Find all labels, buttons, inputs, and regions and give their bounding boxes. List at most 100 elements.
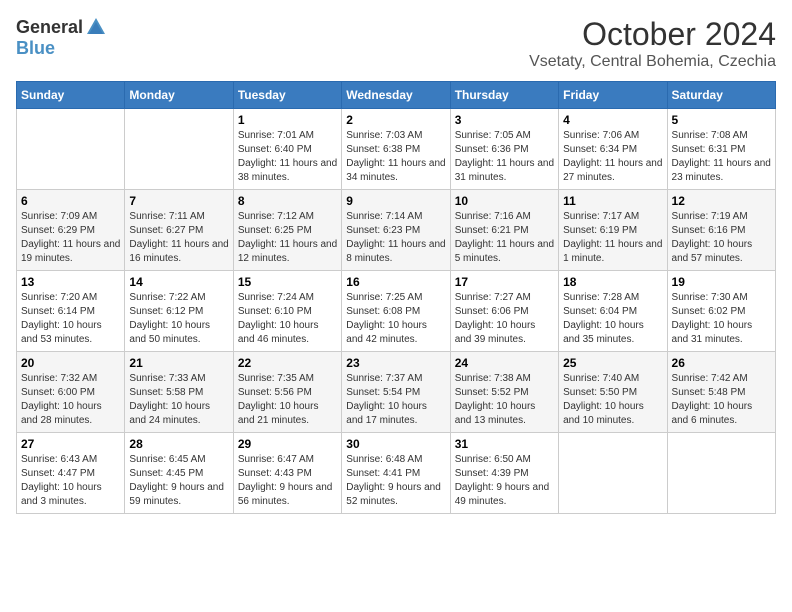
logo: General Blue: [16, 16, 109, 59]
day-number: 23: [346, 356, 445, 370]
day-info: Sunrise: 7:28 AM Sunset: 6:04 PM Dayligh…: [563, 291, 662, 347]
day-info: Sunrise: 6:45 AM Sunset: 4:45 PM Dayligh…: [129, 453, 228, 509]
col-header-thursday: Thursday: [450, 82, 558, 109]
day-number: 4: [563, 113, 662, 127]
col-header-wednesday: Wednesday: [342, 82, 450, 109]
day-number: 6: [21, 194, 120, 208]
col-header-sunday: Sunday: [17, 82, 125, 109]
day-info: Sunrise: 6:43 AM Sunset: 4:47 PM Dayligh…: [21, 453, 120, 509]
day-info: Sunrise: 7:38 AM Sunset: 5:52 PM Dayligh…: [455, 372, 554, 428]
col-header-saturday: Saturday: [667, 82, 775, 109]
day-info: Sunrise: 7:11 AM Sunset: 6:27 PM Dayligh…: [129, 210, 228, 266]
calendar-cell: 8 Sunrise: 7:12 AM Sunset: 6:25 PM Daylig…: [233, 190, 341, 271]
day-info: Sunrise: 7:17 AM Sunset: 6:19 PM Dayligh…: [563, 210, 662, 266]
day-info: Sunrise: 7:16 AM Sunset: 6:21 PM Dayligh…: [455, 210, 554, 266]
day-number: 15: [238, 275, 337, 289]
calendar-cell: [17, 109, 125, 190]
calendar-cell: 24 Sunrise: 7:38 AM Sunset: 5:52 PM Dayli…: [450, 352, 558, 433]
day-info: Sunrise: 7:08 AM Sunset: 6:31 PM Dayligh…: [672, 129, 771, 185]
day-number: 1: [238, 113, 337, 127]
calendar-cell: 23 Sunrise: 7:37 AM Sunset: 5:54 PM Dayli…: [342, 352, 450, 433]
calendar-cell: 15 Sunrise: 7:24 AM Sunset: 6:10 PM Dayli…: [233, 271, 341, 352]
day-number: 5: [672, 113, 771, 127]
calendar-cell: 21 Sunrise: 7:33 AM Sunset: 5:58 PM Dayli…: [125, 352, 233, 433]
day-info: Sunrise: 7:12 AM Sunset: 6:25 PM Dayligh…: [238, 210, 337, 266]
day-info: Sunrise: 7:33 AM Sunset: 5:58 PM Dayligh…: [129, 372, 228, 428]
day-info: Sunrise: 7:30 AM Sunset: 6:02 PM Dayligh…: [672, 291, 771, 347]
logo-icon: [85, 16, 107, 38]
day-number: 9: [346, 194, 445, 208]
day-number: 28: [129, 437, 228, 451]
col-header-tuesday: Tuesday: [233, 82, 341, 109]
calendar-cell: 2 Sunrise: 7:03 AM Sunset: 6:38 PM Daylig…: [342, 109, 450, 190]
calendar-cell: 18Sunrise: 7:28 AM Sunset: 6:04 PM Dayli…: [559, 271, 667, 352]
col-header-friday: Friday: [559, 82, 667, 109]
day-info: Sunrise: 7:42 AM Sunset: 5:48 PM Dayligh…: [672, 372, 771, 428]
day-number: 29: [238, 437, 337, 451]
calendar-cell: [667, 433, 775, 514]
calendar-cell: 29Sunrise: 6:47 AM Sunset: 4:43 PM Dayli…: [233, 433, 341, 514]
day-info: Sunrise: 7:14 AM Sunset: 6:23 PM Dayligh…: [346, 210, 445, 266]
logo-blue-text: Blue: [16, 38, 55, 59]
day-number: 14: [129, 275, 228, 289]
day-number: 8: [238, 194, 337, 208]
calendar-cell: 27Sunrise: 6:43 AM Sunset: 4:47 PM Dayli…: [17, 433, 125, 514]
calendar-cell: 9 Sunrise: 7:14 AM Sunset: 6:23 PM Daylig…: [342, 190, 450, 271]
day-info: Sunrise: 7:40 AM Sunset: 5:50 PM Dayligh…: [563, 372, 662, 428]
calendar-cell: 6Sunrise: 7:09 AM Sunset: 6:29 PM Daylig…: [17, 190, 125, 271]
day-info: Sunrise: 7:25 AM Sunset: 6:08 PM Dayligh…: [346, 291, 445, 347]
day-info: Sunrise: 7:35 AM Sunset: 5:56 PM Dayligh…: [238, 372, 337, 428]
day-info: Sunrise: 7:37 AM Sunset: 5:54 PM Dayligh…: [346, 372, 445, 428]
day-number: 2: [346, 113, 445, 127]
calendar-cell: 1 Sunrise: 7:01 AM Sunset: 6:40 PM Daylig…: [233, 109, 341, 190]
calendar-cell: 19 Sunrise: 7:30 AM Sunset: 6:02 PM Dayli…: [667, 271, 775, 352]
month-title: October 2024: [529, 16, 776, 53]
day-info: Sunrise: 7:01 AM Sunset: 6:40 PM Dayligh…: [238, 129, 337, 185]
calendar-cell: [559, 433, 667, 514]
calendar-cell: 22Sunrise: 7:35 AM Sunset: 5:56 PM Dayli…: [233, 352, 341, 433]
day-number: 12: [672, 194, 771, 208]
calendar-cell: 31 Sunrise: 6:50 AM Sunset: 4:39 PM Dayli…: [450, 433, 558, 514]
calendar-cell: 20 Sunrise: 7:32 AM Sunset: 6:00 PM Dayli…: [17, 352, 125, 433]
day-info: Sunrise: 6:48 AM Sunset: 4:41 PM Dayligh…: [346, 453, 445, 509]
day-info: Sunrise: 7:24 AM Sunset: 6:10 PM Dayligh…: [238, 291, 337, 347]
day-info: Sunrise: 7:32 AM Sunset: 6:00 PM Dayligh…: [21, 372, 120, 428]
day-number: 3: [455, 113, 554, 127]
day-number: 20: [21, 356, 120, 370]
calendar-cell: 3 Sunrise: 7:05 AM Sunset: 6:36 PM Daylig…: [450, 109, 558, 190]
day-number: 10: [455, 194, 554, 208]
calendar-cell: 4Sunrise: 7:06 AM Sunset: 6:34 PM Daylig…: [559, 109, 667, 190]
day-info: Sunrise: 7:27 AM Sunset: 6:06 PM Dayligh…: [455, 291, 554, 347]
logo-general-text: General: [16, 17, 83, 38]
day-number: 13: [21, 275, 120, 289]
day-number: 17: [455, 275, 554, 289]
calendar-cell: 14 Sunrise: 7:22 AM Sunset: 6:12 PM Dayli…: [125, 271, 233, 352]
calendar-cell: 12 Sunrise: 7:19 AM Sunset: 6:16 PM Dayli…: [667, 190, 775, 271]
day-info: Sunrise: 7:03 AM Sunset: 6:38 PM Dayligh…: [346, 129, 445, 185]
calendar-cell: 7 Sunrise: 7:11 AM Sunset: 6:27 PM Daylig…: [125, 190, 233, 271]
location-title: Vsetaty, Central Bohemia, Czechia: [529, 53, 776, 71]
day-number: 21: [129, 356, 228, 370]
day-number: 16: [346, 275, 445, 289]
day-number: 30: [346, 437, 445, 451]
day-number: 7: [129, 194, 228, 208]
calendar-cell: 10 Sunrise: 7:16 AM Sunset: 6:21 PM Dayli…: [450, 190, 558, 271]
day-info: Sunrise: 7:05 AM Sunset: 6:36 PM Dayligh…: [455, 129, 554, 185]
day-info: Sunrise: 7:19 AM Sunset: 6:16 PM Dayligh…: [672, 210, 771, 266]
calendar-cell: 25 Sunrise: 7:40 AM Sunset: 5:50 PM Dayli…: [559, 352, 667, 433]
day-number: 31: [455, 437, 554, 451]
title-area: October 2024 Vsetaty, Central Bohemia, C…: [529, 16, 776, 71]
day-number: 11: [563, 194, 662, 208]
day-number: 25: [563, 356, 662, 370]
day-number: 24: [455, 356, 554, 370]
day-info: Sunrise: 6:50 AM Sunset: 4:39 PM Dayligh…: [455, 453, 554, 509]
calendar-cell: 26 Sunrise: 7:42 AM Sunset: 5:48 PM Dayli…: [667, 352, 775, 433]
calendar-cell: 30 Sunrise: 6:48 AM Sunset: 4:41 PM Dayli…: [342, 433, 450, 514]
day-info: Sunrise: 7:20 AM Sunset: 6:14 PM Dayligh…: [21, 291, 120, 347]
calendar-table: SundayMondayTuesdayWednesdayThursdayFrid…: [16, 81, 776, 514]
calendar-cell: 16 Sunrise: 7:25 AM Sunset: 6:08 PM Dayli…: [342, 271, 450, 352]
calendar-cell: 13 Sunrise: 7:20 AM Sunset: 6:14 PM Dayli…: [17, 271, 125, 352]
day-info: Sunrise: 7:22 AM Sunset: 6:12 PM Dayligh…: [129, 291, 228, 347]
day-number: 19: [672, 275, 771, 289]
day-number: 26: [672, 356, 771, 370]
